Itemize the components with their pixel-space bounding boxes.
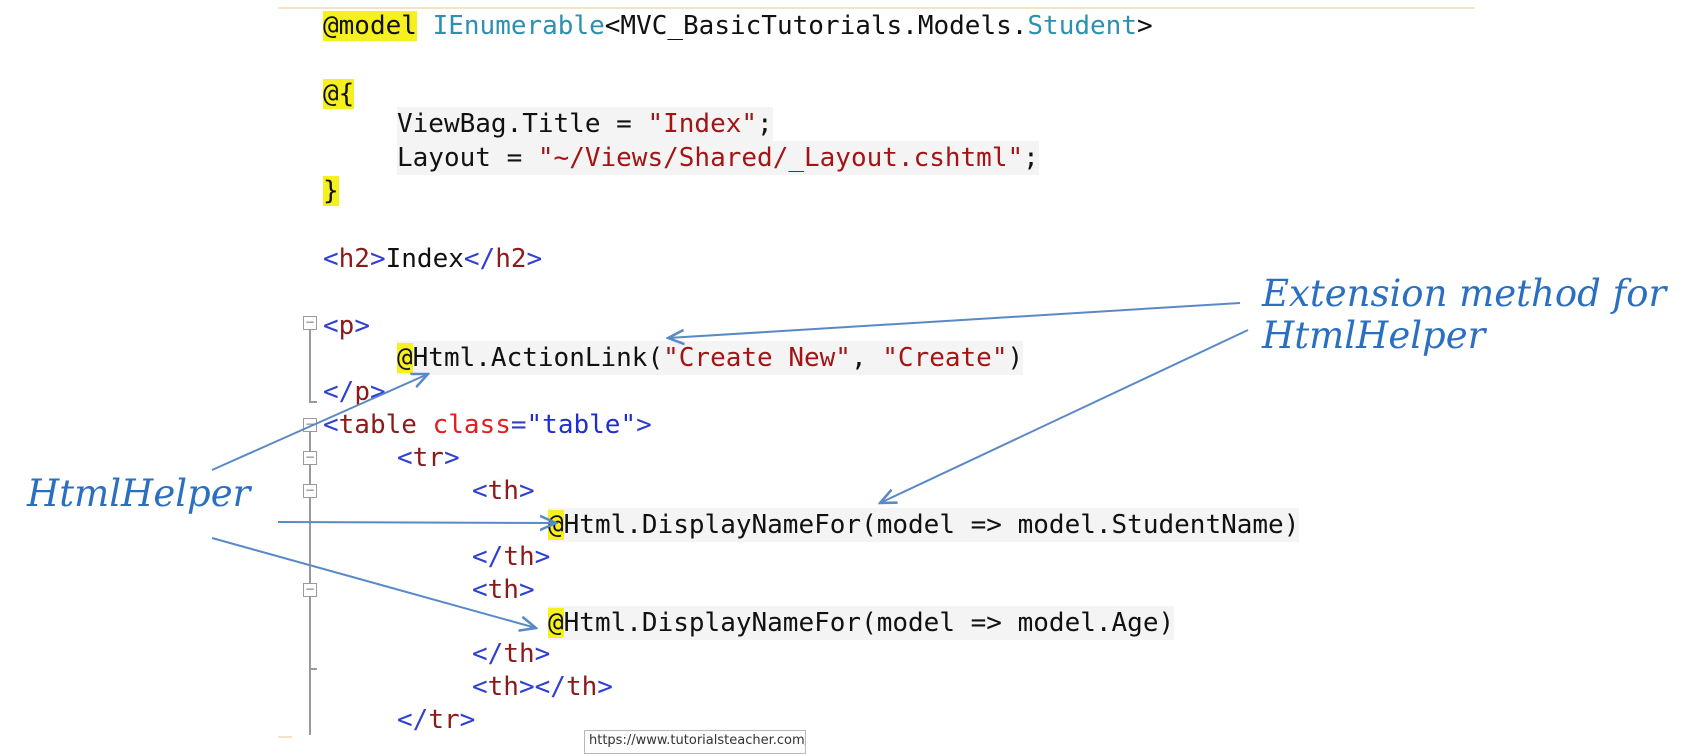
arrow-htmlhelper-to-age [211, 537, 536, 628]
annotation-htmlhelper: HtmlHelper [27, 472, 250, 516]
annotation-text: HtmlHelper [1262, 314, 1486, 357]
arrow-to-actionlink [668, 302, 1241, 338]
url-tooltip: https://www.tutorialsteacher.com/mvc/ [584, 730, 806, 754]
annotation-text: HtmlHelper [27, 472, 251, 515]
annotation-extension-method-line2: HtmlHelper [1262, 314, 1485, 358]
annotation-extension-method: Extension method for [1262, 272, 1666, 316]
arrow-htmlhelper-to-studentname [277, 522, 556, 523]
annotation-arrows [211, 302, 1249, 749]
annotation-text: Extension method for [1262, 272, 1667, 315]
arrow-to-displaynamefor [880, 329, 1249, 503]
tooltip-url: https://www.tutorialsteacher.com/mvc/ [589, 733, 805, 748]
arrow-htmlhelper-to-actionlink [211, 374, 428, 471]
